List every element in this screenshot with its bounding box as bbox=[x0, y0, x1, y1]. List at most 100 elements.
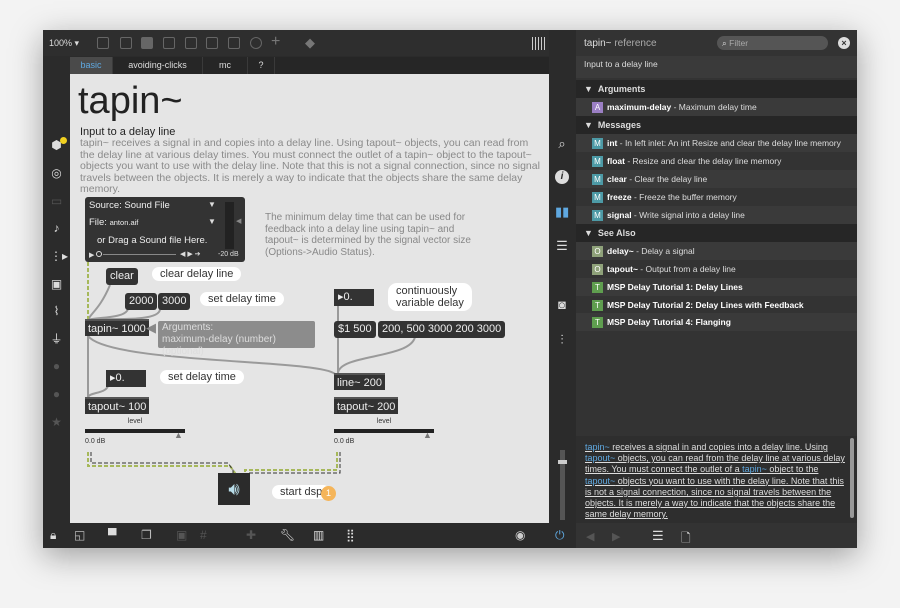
menu-icon[interactable]: ☰ bbox=[652, 528, 664, 544]
section-messages[interactable]: ▼ Messages bbox=[576, 116, 857, 134]
reference-item[interactable]: Mint - In left inlet: An int Resize and … bbox=[576, 134, 857, 152]
link-tapin[interactable]: tapin~ bbox=[585, 442, 610, 452]
file-label: File: bbox=[89, 217, 107, 228]
windows-icon[interactable]: ❐ bbox=[141, 529, 152, 542]
tab-basic[interactable]: basic bbox=[70, 57, 113, 74]
tab-avoiding-clicks[interactable]: avoiding-clicks bbox=[113, 57, 203, 74]
message-3000[interactable]: 3000 bbox=[158, 293, 191, 310]
new-button-icon[interactable] bbox=[163, 37, 175, 49]
line-object[interactable]: line~ 200 bbox=[334, 373, 385, 390]
file-dropdown[interactable]: File: anton.aif bbox=[89, 217, 138, 228]
reference-item[interactable]: Amaximum-delay - Maximum delay time bbox=[576, 98, 857, 116]
gain-meter[interactable] bbox=[225, 202, 234, 249]
see-also-item[interactable]: T MSP Delay Tutorial 4: Flanging bbox=[576, 313, 857, 331]
link-tapout[interactable]: tapout~ bbox=[585, 453, 615, 463]
tapout-200-object[interactable]: tapout~ 200 bbox=[334, 397, 399, 414]
section-see-also[interactable]: ▼ See Also bbox=[576, 224, 857, 242]
info-circle-icon[interactable]: ● bbox=[50, 388, 63, 401]
message-2000[interactable]: 2000 bbox=[125, 293, 158, 310]
float-number-left[interactable]: ▸0. bbox=[106, 370, 146, 387]
search-icon[interactable]: ⌕ bbox=[555, 137, 569, 151]
close-icon[interactable]: × bbox=[838, 37, 850, 49]
new-object-icon[interactable] bbox=[97, 37, 109, 49]
set-delay-comment-2: set delay time bbox=[160, 370, 244, 384]
playbar-player[interactable]: Source: Sound File ▼ File: anton.aif ▼ o… bbox=[85, 197, 245, 262]
message-ramp-list[interactable]: 200, 500 3000 200 3000 bbox=[378, 321, 506, 338]
new-slider-icon[interactable] bbox=[228, 37, 240, 49]
message-1-500[interactable]: $1 500 bbox=[334, 321, 376, 338]
back-icon[interactable]: ◀ bbox=[586, 530, 594, 543]
debug-icon[interactable]: ✚ bbox=[246, 529, 256, 542]
section-arguments[interactable]: ▼ Arguments bbox=[576, 80, 857, 98]
gain-value: -20 dB bbox=[218, 251, 239, 258]
gain-slider-right[interactable]: level ▲ 0.0 dB bbox=[334, 418, 434, 445]
gain-slider-left[interactable]: level ▲ 0.0 dB bbox=[85, 418, 185, 445]
plug-icon[interactable]: ⏚ bbox=[50, 333, 63, 346]
paint-bucket-icon[interactable]: ◆ bbox=[305, 35, 315, 51]
power-icon[interactable]: ⏻ bbox=[555, 529, 565, 542]
paperclip-icon[interactable]: ⌇ bbox=[50, 305, 63, 318]
info-icon[interactable]: i bbox=[555, 170, 569, 184]
new-message-icon[interactable] bbox=[120, 37, 132, 49]
new-number-icon[interactable] bbox=[206, 37, 218, 49]
edit-icon[interactable]: ◱ bbox=[74, 529, 85, 542]
lock-icon[interactable]: 🔒︎ bbox=[50, 529, 56, 542]
patcher-canvas[interactable]: tapin~ Input to a delay line tapin~ rece… bbox=[70, 74, 549, 523]
position-knob[interactable] bbox=[96, 251, 102, 257]
star-icon[interactable]: ★ bbox=[50, 416, 63, 429]
gain-arrow-icon: ◀ bbox=[236, 218, 242, 225]
play-icon[interactable]: ▶ bbox=[89, 251, 94, 259]
grid-dots-icon[interactable]: ⣿ bbox=[346, 529, 355, 542]
link-tapout[interactable]: tapout~ bbox=[585, 476, 615, 486]
slider-knob-icon[interactable]: ▲ bbox=[423, 430, 432, 440]
vector-size-note: The minimum delay time that can be used … bbox=[265, 212, 471, 258]
keyboard-icon[interactable]: ▥ bbox=[313, 529, 324, 542]
float-number-right[interactable]: ▸0. bbox=[334, 289, 374, 306]
media-icon[interactable]: ▭ bbox=[50, 195, 63, 208]
new-dial-icon[interactable] bbox=[250, 37, 262, 49]
list-icon[interactable]: ☰ bbox=[555, 239, 569, 253]
tab-mc[interactable]: mc bbox=[203, 57, 248, 74]
forward-icon[interactable]: ▶ bbox=[612, 530, 620, 543]
reference-item[interactable]: Mfloat - Resize and clear the delay line… bbox=[576, 152, 857, 170]
output-meter[interactable] bbox=[558, 450, 567, 520]
clear-message[interactable]: clear bbox=[106, 268, 138, 285]
see-also-item[interactable]: Odelay~ - Delay a signal bbox=[576, 242, 857, 260]
mixer-icon[interactable]: ⫶ bbox=[555, 333, 569, 347]
target-icon[interactable]: ◎ bbox=[50, 167, 63, 180]
reference-item[interactable]: Mfreeze - Freeze the buffer memory bbox=[576, 188, 857, 206]
position-slider[interactable] bbox=[103, 254, 176, 255]
wrench-icon[interactable]: 🔧︎ bbox=[280, 529, 295, 542]
tab-help[interactable]: ? bbox=[248, 57, 275, 74]
reference-item[interactable]: Msignal - Write signal into a delay line bbox=[576, 206, 857, 224]
transport-icons[interactable]: ◀ ▶ ➔ bbox=[180, 250, 201, 258]
sequence-icon[interactable]: ⋮▸ bbox=[50, 250, 68, 263]
scrollbar[interactable] bbox=[850, 438, 854, 518]
camera-icon[interactable]: ◙ bbox=[555, 298, 569, 312]
grid-icon[interactable] bbox=[532, 37, 547, 50]
add-object-icon[interactable]: + bbox=[271, 33, 280, 51]
reference-book-icon[interactable]: ▮▮ bbox=[555, 205, 569, 219]
p-icon[interactable]: ● bbox=[50, 360, 63, 373]
filter-input[interactable]: ⌕ Filter bbox=[717, 36, 828, 50]
image-icon[interactable]: ▣ bbox=[50, 278, 63, 291]
tapout-100-object[interactable]: tapout~ 100 bbox=[85, 397, 150, 414]
link-tapin[interactable]: tapin~ bbox=[742, 464, 767, 474]
document-icon[interactable]: 🗋︎ bbox=[681, 529, 691, 550]
see-also-item[interactable]: Otapout~ - Output from a delay line bbox=[576, 260, 857, 278]
presentation-icon[interactable]: ▀ bbox=[108, 529, 117, 542]
see-also-item[interactable]: T MSP Delay Tutorial 2: Delay Lines with … bbox=[576, 296, 857, 314]
new-comment-icon[interactable] bbox=[141, 37, 153, 49]
tapin-object[interactable]: tapin~ 1000 bbox=[85, 319, 149, 336]
new-toggle-icon[interactable] bbox=[185, 37, 197, 49]
transport-icon[interactable]: ◉ bbox=[515, 529, 525, 542]
see-also-item[interactable]: T MSP Delay Tutorial 1: Delay Lines bbox=[576, 278, 857, 296]
music-icon[interactable]: ♪ bbox=[50, 222, 63, 235]
ezdac-speaker-button[interactable]: 🔊︎ bbox=[218, 473, 250, 505]
modules-icon[interactable]: ▣ bbox=[176, 529, 187, 542]
zoom-level-dropdown[interactable]: 100% ▾ bbox=[49, 38, 79, 49]
reference-item[interactable]: Mclear - Clear the delay line bbox=[576, 170, 857, 188]
source-dropdown[interactable]: Source: Sound File bbox=[89, 200, 170, 211]
grid-snap-icon[interactable]: # bbox=[200, 529, 207, 542]
slider-knob-icon[interactable]: ▲ bbox=[174, 430, 183, 440]
